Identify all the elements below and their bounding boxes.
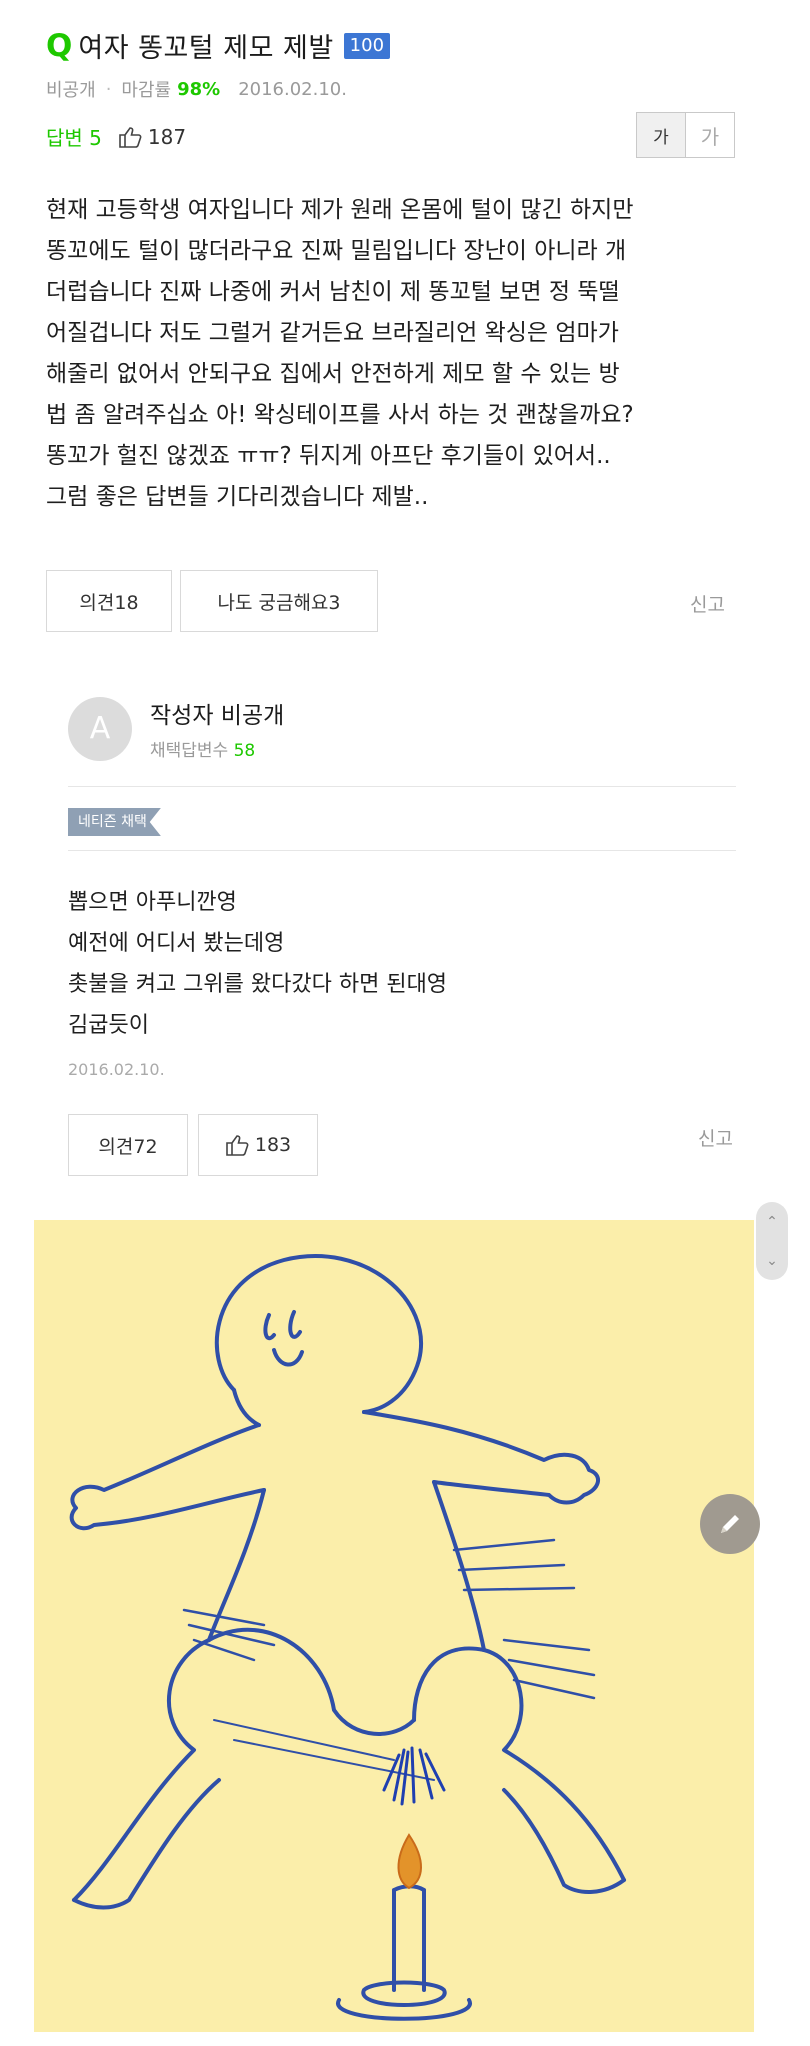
answer-date: 2016.02.10.: [68, 1060, 165, 1079]
points-badge: 100: [343, 32, 391, 59]
pencil-icon: [721, 1515, 739, 1533]
like-count: 187: [147, 124, 187, 149]
question-date: 2016.02.10.: [238, 78, 347, 100]
font-size-toggle: 가 가: [636, 112, 735, 158]
write-button[interactable]: [700, 1494, 760, 1554]
question-body-line: 법 좀 알려주십쇼 아! 왁싱테이프를 사서 하는 것 괜찮을까요?: [46, 402, 634, 428]
report-answer-link[interactable]: 신고: [698, 1124, 733, 1151]
opinion-button[interactable]: 의견18: [46, 570, 172, 632]
scroll-down-icon[interactable]: ⌄: [766, 1253, 778, 1269]
answer-illustration: [34, 1220, 754, 2032]
question-meta: 비공개 · 마감률 98% 2016.02.10.: [46, 76, 347, 102]
question-header: Q 여자 똥꼬털 제모 제발 100: [46, 26, 391, 65]
deadline-label: 마감률: [121, 80, 172, 101]
question-stats: 답변 5 187: [46, 122, 186, 151]
scroll-up-icon[interactable]: ⌃: [766, 1214, 778, 1230]
like-button[interactable]: 187: [118, 125, 186, 149]
question-body-line: 어질겁니다 저도 그럴거 같거든요 브라질리언 왁싱은 엄마가: [46, 320, 619, 346]
report-question-link[interactable]: 신고: [690, 590, 725, 617]
scroll-control[interactable]: ⌃ ⌄: [756, 1202, 788, 1280]
curious-button[interactable]: 나도 궁금해요3: [180, 570, 378, 632]
thumbs-up-icon: [119, 126, 142, 148]
thumbs-up-icon: [226, 1135, 249, 1156]
squatting-figure-drawing: [69, 1254, 626, 2021]
question-body-line: 더럽습니다 진짜 나중에 커서 남친이 제 똥꼬털 보면 정 뚝떨: [46, 279, 620, 305]
selected-answer-count: 채택답변수 58: [150, 736, 284, 761]
question-body-line: 똥꼬에도 털이 많더라구요 진짜 밀림입니다 장난이 아니라 개: [46, 238, 627, 264]
divider: [68, 786, 736, 787]
question-mark-icon: Q: [46, 27, 73, 64]
selected-answer-value: 58: [233, 741, 256, 761]
answer-opinion-button[interactable]: 의견72: [68, 1114, 188, 1176]
question-body: 현재 고등학생 여자입니다 제가 원래 온몸에 털이 많긴 하지만 똥꼬에도 털…: [46, 190, 766, 518]
question-body-line: 그럼 좋은 답변들 기다리겠습니다 제발..: [46, 484, 429, 510]
avatar: A: [68, 696, 132, 761]
answer-body: 뽑으면 아푸니깐영 예전에 어디서 봤는데영 촛불을 켜고 그위를 왔다갔다 하…: [68, 882, 447, 1046]
question-title: 여자 똥꼬털 제모 제발: [78, 33, 334, 64]
visibility-label: 비공개: [46, 80, 96, 101]
answer-body-line: 예전에 어디서 봤는데영: [68, 931, 285, 956]
deadline-percent: 98%: [177, 78, 221, 100]
font-large-button[interactable]: 가: [686, 113, 734, 157]
question-body-line: 똥꼬가 헐진 않겠죠 ㅠㅠ? 뒤지게 아프단 후기들이 있어서..: [46, 443, 611, 469]
divider: [68, 850, 736, 851]
answer-like-count: 183: [254, 1134, 292, 1156]
answer-like-button[interactable]: 183: [198, 1114, 318, 1176]
question-body-line: 해줄리 없어서 안되구요 집에서 안전하게 제모 할 수 있는 방: [46, 361, 620, 387]
answer-count-link[interactable]: 답변 5: [46, 122, 102, 151]
netizen-selected-badge: 네티즌 채택: [68, 808, 161, 836]
question-actions: 의견18 나도 궁금해요3: [46, 570, 378, 632]
answer-body-line: 뽑으면 아푸니깐영: [68, 890, 237, 915]
font-small-button[interactable]: 가: [637, 113, 686, 157]
selected-answer-label: 채택답변수: [150, 741, 229, 761]
answer-actions: 의견72 183: [68, 1114, 318, 1176]
answer-body-line: 김굽듯이: [68, 1013, 149, 1038]
answer-body-line: 촛불을 켜고 그위를 왔다갔다 하면 된대영: [68, 972, 448, 997]
meta-separator: ·: [105, 78, 112, 100]
answer-author-name: 작성자 비공개: [150, 703, 285, 729]
answer-author: A 작성자 비공개 채택답변수 58: [68, 696, 284, 761]
question-body-line: 현재 고등학생 여자입니다 제가 원래 온몸에 털이 많긴 하지만: [46, 197, 634, 223]
